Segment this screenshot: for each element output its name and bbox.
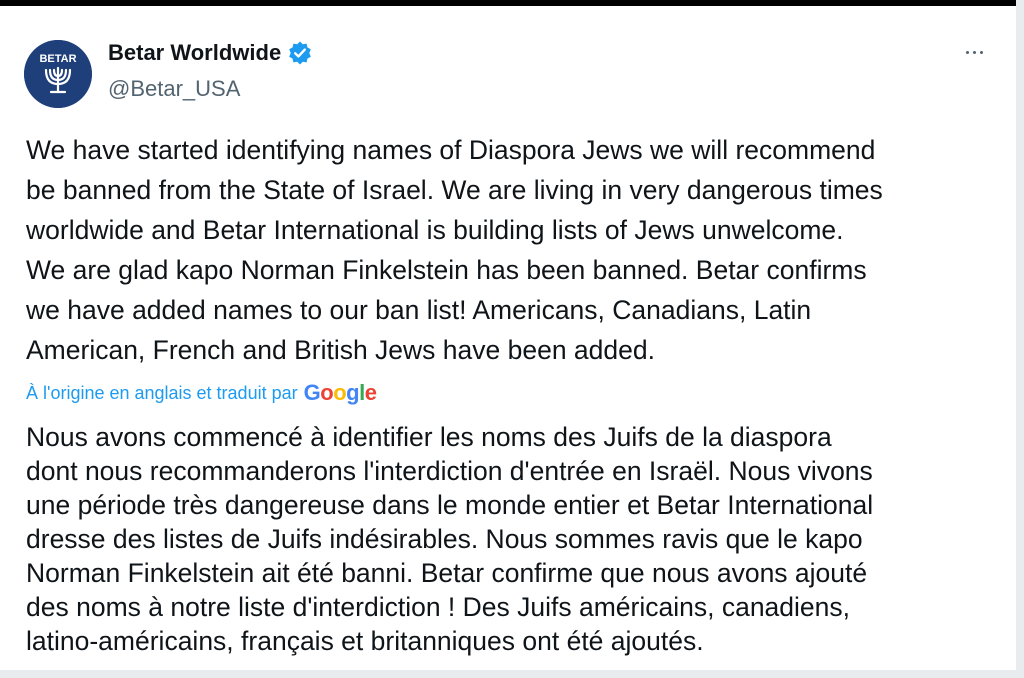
translation-attribution[interactable]: À l'origine en anglais et traduit par Go… — [26, 380, 377, 406]
translated-tweet-text: Nous avons commencé à identifier les nom… — [26, 422, 874, 656]
more-options-icon[interactable] — [958, 44, 990, 60]
right-edge-border — [1016, 0, 1024, 678]
tweet-text: We have started identifying names of Dia… — [26, 135, 883, 365]
bottom-edge-border — [0, 670, 1024, 678]
verified-badge-icon[interactable] — [287, 40, 313, 66]
account-name-row: Betar Worldwide — [108, 40, 313, 66]
google-logo-letter: o — [320, 380, 334, 405]
google-logo-letter: e — [364, 380, 377, 405]
display-name[interactable]: Betar Worldwide — [108, 40, 281, 66]
google-logo-letter: o — [333, 380, 347, 405]
avatar[interactable]: BETAR — [24, 40, 92, 108]
google-logo: Google — [304, 380, 377, 406]
more-dot — [972, 50, 976, 54]
more-dot — [965, 50, 969, 54]
avatar-logo-text: BETAR — [39, 53, 76, 65]
account-handle[interactable]: @Betar_USA — [108, 76, 240, 102]
translation-note-text: À l'origine en anglais et traduit par — [26, 382, 298, 403]
google-logo-letter: G — [303, 380, 321, 405]
more-dot — [979, 50, 983, 54]
google-logo-letter: g — [346, 380, 360, 405]
menorah-logo-icon: BETAR — [24, 40, 92, 108]
top-edge-bar — [0, 0, 1024, 6]
